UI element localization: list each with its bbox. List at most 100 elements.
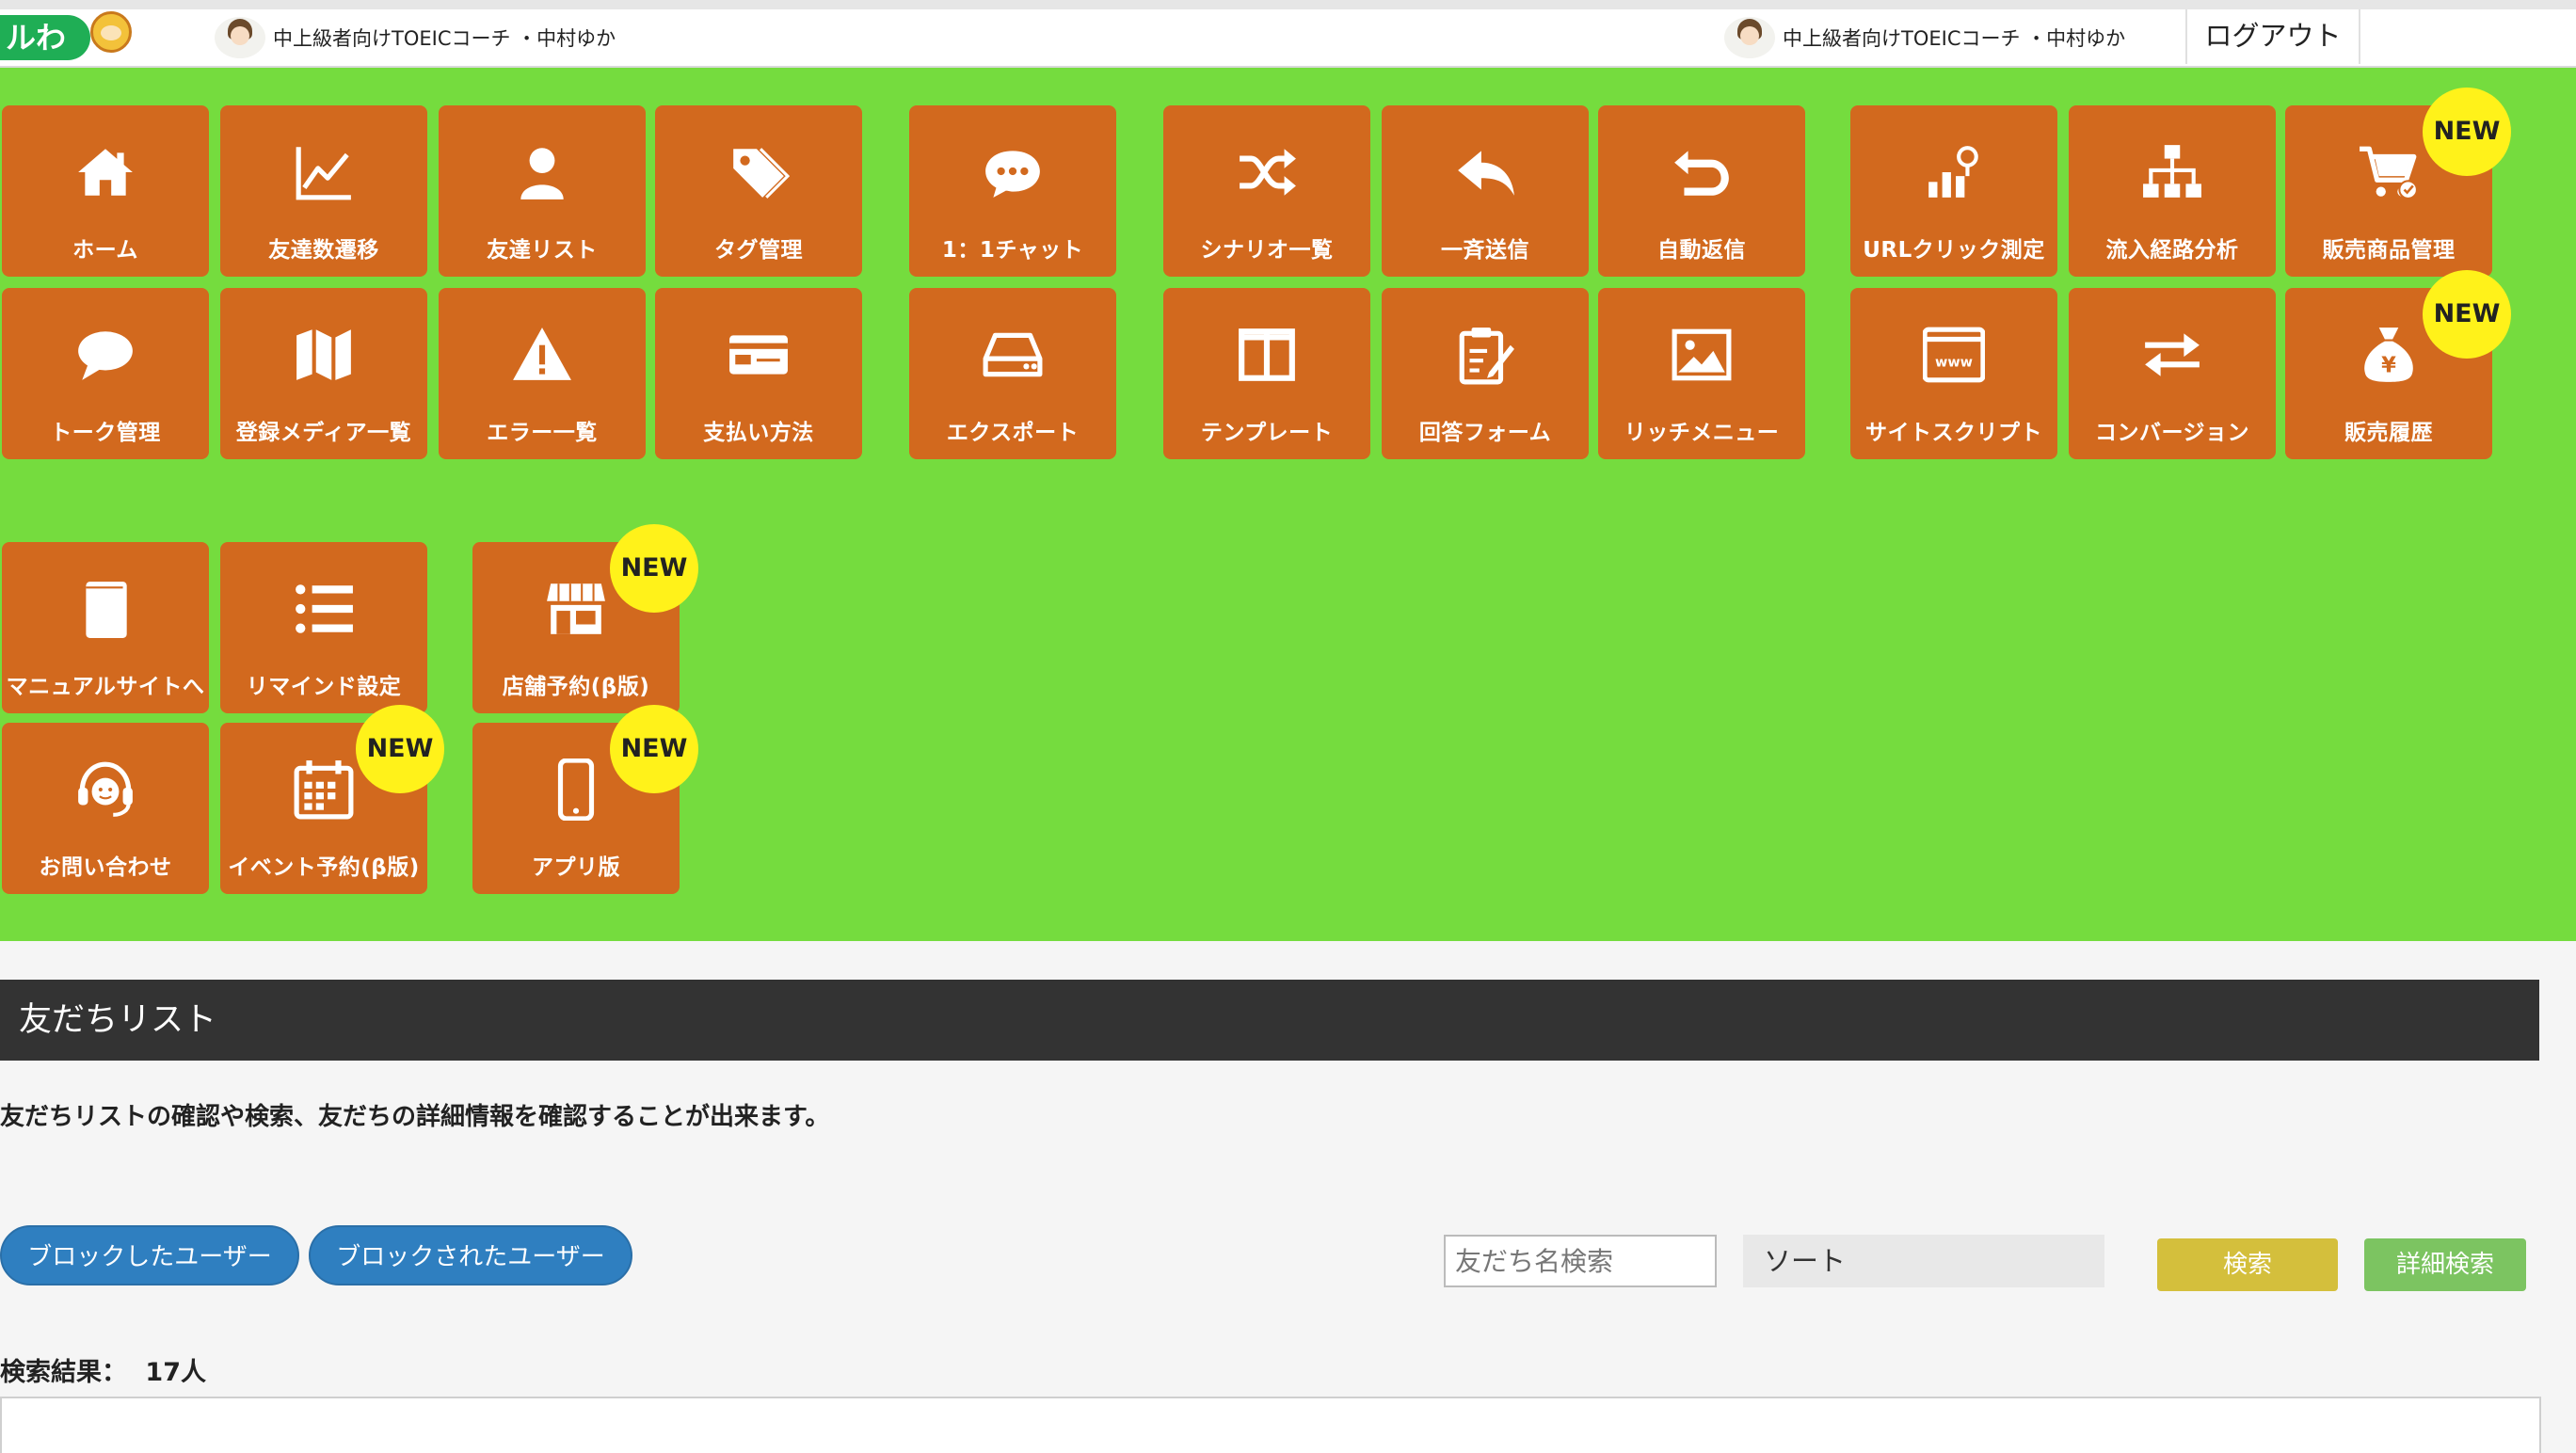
page-description: 友だちリストの確認や検索、友だちの詳細情報を確認することが出来ます。 [0, 1103, 830, 1131]
mascot-logo-icon [90, 11, 132, 53]
chat-bubble-icon [909, 139, 1116, 205]
tile-payment-method[interactable]: 支払い方法 [655, 288, 862, 459]
tile-friend-count-trend[interactable]: 友達数遷移 [220, 105, 427, 277]
avatar [215, 17, 265, 58]
shuffle-icon [1163, 139, 1370, 205]
sort-select[interactable]: ソート [1743, 1235, 2104, 1287]
tile-label: エラー一覧 [487, 421, 598, 445]
menu-grid: ホーム 友達数遷移 友達リスト タグ管理 1：1チャット シナリオ一覧 一斉送信… [0, 68, 2576, 941]
new-badge: NEW [356, 705, 444, 793]
tile-friend-list[interactable]: 友達リスト [439, 105, 646, 277]
columns-icon [1163, 322, 1370, 388]
tile-label: 回答フォーム [1418, 421, 1552, 445]
tile-label: コンバージョン [2094, 421, 2250, 445]
warning-icon [439, 322, 646, 388]
tile-label: 友達数遷移 [268, 238, 379, 263]
tile-label: エクスポート [946, 421, 1080, 445]
account-info-left[interactable]: 中上級者向けTOEICコーチ ・中村ゆか [215, 17, 616, 58]
svg-text:www: www [1935, 355, 1973, 370]
new-badge: NEW [2423, 88, 2511, 176]
account-name: 中上級者向けTOEICコーチ ・中村ゆか [273, 27, 616, 50]
tile-label: トーク管理 [50, 421, 161, 445]
reply-icon [1382, 139, 1589, 205]
svg-text:¥: ¥ [2381, 354, 2396, 378]
map-icon [220, 322, 427, 388]
sitemap-icon [2069, 139, 2276, 205]
drive-icon [909, 322, 1116, 388]
tile-label: 友達リスト [487, 238, 598, 263]
tile-label: 流入経路分析 [2105, 238, 2239, 263]
search-result-count: 17人 [145, 1358, 206, 1387]
tile-error-list[interactable]: エラー一覧 [439, 288, 646, 459]
tile-label: 1：1チャット [941, 238, 1084, 263]
logout-button[interactable]: ログアウト [2185, 9, 2360, 64]
search-button[interactable]: 検索 [2157, 1238, 2338, 1291]
tile-broadcast[interactable]: 一斉送信 [1382, 105, 1589, 277]
search-result-label: 検索結果： [0, 1358, 127, 1387]
tile-label: 支払い方法 [703, 421, 814, 445]
blocked-users-button[interactable]: ブロックしたユーザー [0, 1225, 299, 1285]
line-chart-icon [220, 139, 427, 205]
tile-conversion[interactable]: コンバージョン [2069, 288, 2276, 459]
form-icon [1382, 322, 1589, 388]
book-icon [2, 576, 209, 642]
tile-label: 自動返信 [1657, 238, 1746, 263]
headset-icon [2, 757, 209, 822]
page-title: 友だちリスト [0, 980, 2539, 1061]
tile-home[interactable]: ホーム [2, 105, 209, 277]
tile-contact[interactable]: お問い合わせ [2, 723, 209, 894]
tile-inflow-route-analysis[interactable]: 流入経路分析 [2069, 105, 2276, 277]
click-measure-icon [1850, 139, 2057, 205]
new-badge: NEW [2423, 270, 2511, 359]
tile-label: テンプレート [1200, 421, 1334, 445]
tile-label: タグ管理 [714, 238, 803, 263]
tile-label: 販売履歴 [2344, 421, 2433, 445]
friend-list-table [0, 1397, 2541, 1453]
new-badge: NEW [610, 705, 698, 793]
tile-export[interactable]: エクスポート [909, 288, 1116, 459]
tile-rich-menu[interactable]: リッチメニュー [1598, 288, 1805, 459]
tile-label: ホーム [72, 238, 138, 263]
exchange-icon [2069, 322, 2276, 388]
tile-label: イベント予約(β版) [228, 855, 420, 880]
tile-template[interactable]: テンプレート [1163, 288, 1370, 459]
search-result-summary: 検索結果： 17人 [0, 1351, 206, 1388]
tile-label: マニュアルサイトへ [6, 675, 205, 699]
return-icon [1598, 139, 1805, 205]
new-badge: NEW [610, 524, 698, 613]
friend-name-search-input[interactable] [1444, 1235, 1717, 1287]
tile-label: 登録メディア一覧 [235, 421, 412, 445]
tile-answer-form[interactable]: 回答フォーム [1382, 288, 1589, 459]
tile-label: お問い合わせ [39, 855, 172, 880]
top-header: ルわか 中上級者向けTOEICコーチ ・中村ゆか 中上級者向けTOEICコーチ … [0, 0, 2576, 101]
blocked-by-users-button[interactable]: ブロックされたユーザー [309, 1225, 632, 1285]
tile-label: 販売商品管理 [2322, 238, 2456, 263]
image-icon [1598, 322, 1805, 388]
advanced-search-button[interactable]: 詳細検索 [2364, 1238, 2526, 1291]
tile-remind-settings[interactable]: リマインド設定 [220, 542, 427, 713]
tile-registered-media-list[interactable]: 登録メディア一覧 [220, 288, 427, 459]
tile-label: アプリ版 [532, 855, 620, 880]
account-info-right[interactable]: 中上級者向けTOEICコーチ ・中村ゆか [1724, 17, 2125, 58]
tile-site-script[interactable]: www サイトスクリプト [1850, 288, 2057, 459]
credit-card-icon [655, 322, 862, 388]
tile-label: URLクリック測定 [1863, 238, 2045, 263]
tile-talk-management[interactable]: トーク管理 [2, 288, 209, 459]
tile-auto-reply[interactable]: 自動返信 [1598, 105, 1805, 277]
tile-manual-site[interactable]: マニュアルサイトへ [2, 542, 209, 713]
account-name: 中上級者向けTOEICコーチ ・中村ゆか [1783, 27, 2126, 50]
avatar [1724, 17, 1775, 58]
tile-tag-management[interactable]: タグ管理 [655, 105, 862, 277]
tile-one-on-one-chat[interactable]: 1：1チャット [909, 105, 1116, 277]
tile-label: 店舗予約(β版) [502, 675, 650, 699]
tile-label: リッチメニュー [1624, 421, 1780, 445]
app-logo[interactable]: ルわか [0, 15, 90, 101]
www-icon: www [1850, 322, 2057, 388]
tile-label: 一斉送信 [1441, 238, 1529, 263]
tile-label: シナリオ一覧 [1200, 238, 1334, 263]
home-icon [2, 139, 209, 205]
speech-bubble-icon [2, 322, 209, 388]
tile-scenario-list[interactable]: シナリオ一覧 [1163, 105, 1370, 277]
tile-label: サイトスクリプト [1865, 421, 2042, 445]
tile-url-click-measurement[interactable]: URLクリック測定 [1850, 105, 2057, 277]
